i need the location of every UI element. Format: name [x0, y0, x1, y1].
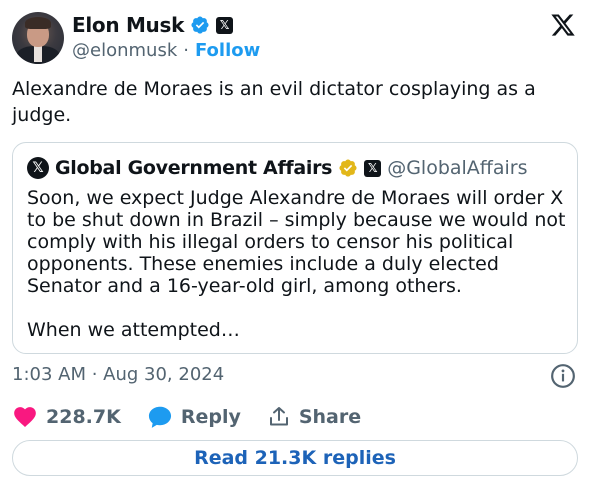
quote-avatar-x-icon: 𝕏	[27, 157, 49, 179]
heart-icon	[14, 407, 36, 427]
share-label: Share	[298, 406, 362, 428]
quote-truncated-text: When we attempted…	[27, 319, 240, 341]
quote-author-handle: @GlobalAffairs	[387, 157, 528, 179]
verified-badge-icon	[191, 16, 209, 34]
share-button[interactable]: Share	[267, 405, 361, 429]
info-icon[interactable]	[550, 363, 576, 389]
x-affiliate-icon: 𝕏	[216, 16, 234, 34]
reply-label: Reply	[180, 406, 241, 428]
follow-button[interactable]: Follow	[195, 40, 260, 61]
reply-button[interactable]: Reply	[147, 404, 241, 430]
like-count: 228.7K	[46, 406, 121, 428]
author-name-row: Elon Musk 𝕏	[72, 12, 234, 38]
x-logo-icon[interactable]	[550, 12, 576, 38]
tweet-text: Alexandre de Moraes is an evil dictator …	[12, 78, 536, 126]
tweet-header: Elon Musk 𝕏 @elonmusk · Follow	[12, 10, 578, 66]
share-icon	[269, 407, 288, 426]
separator-dot: ·	[183, 39, 189, 61]
reply-bubble-icon	[148, 406, 171, 428]
read-replies-button[interactable]: Read 21.3K replies	[12, 440, 578, 476]
author-name[interactable]: Elon Musk	[72, 13, 184, 37]
timestamp-row: 1:03 AM · Aug 30, 2024	[12, 364, 578, 388]
gold-verified-badge-icon	[339, 159, 357, 177]
quote-header: 𝕏 Global Government Affairs 𝕏 @GlobalAff…	[27, 155, 528, 181]
author-handle[interactable]: @elonmusk	[72, 40, 177, 61]
tweet-actions: 228.7K Reply Share	[12, 402, 387, 432]
quoted-tweet[interactable]: 𝕏 Global Government Affairs 𝕏 @GlobalAff…	[12, 142, 578, 354]
tweet-timestamp[interactable]: 1:03 AM · Aug 30, 2024	[12, 364, 224, 385]
quote-x-affiliate-icon: 𝕏	[364, 159, 382, 177]
author-handle-row: @elonmusk · Follow	[72, 38, 260, 62]
author-avatar[interactable]	[12, 12, 64, 64]
quote-author-name: Global Government Affairs	[55, 157, 333, 179]
like-button[interactable]: 228.7K	[12, 404, 121, 430]
quote-body: Soon, we expect Judge Alexandre de Morae…	[27, 187, 566, 297]
